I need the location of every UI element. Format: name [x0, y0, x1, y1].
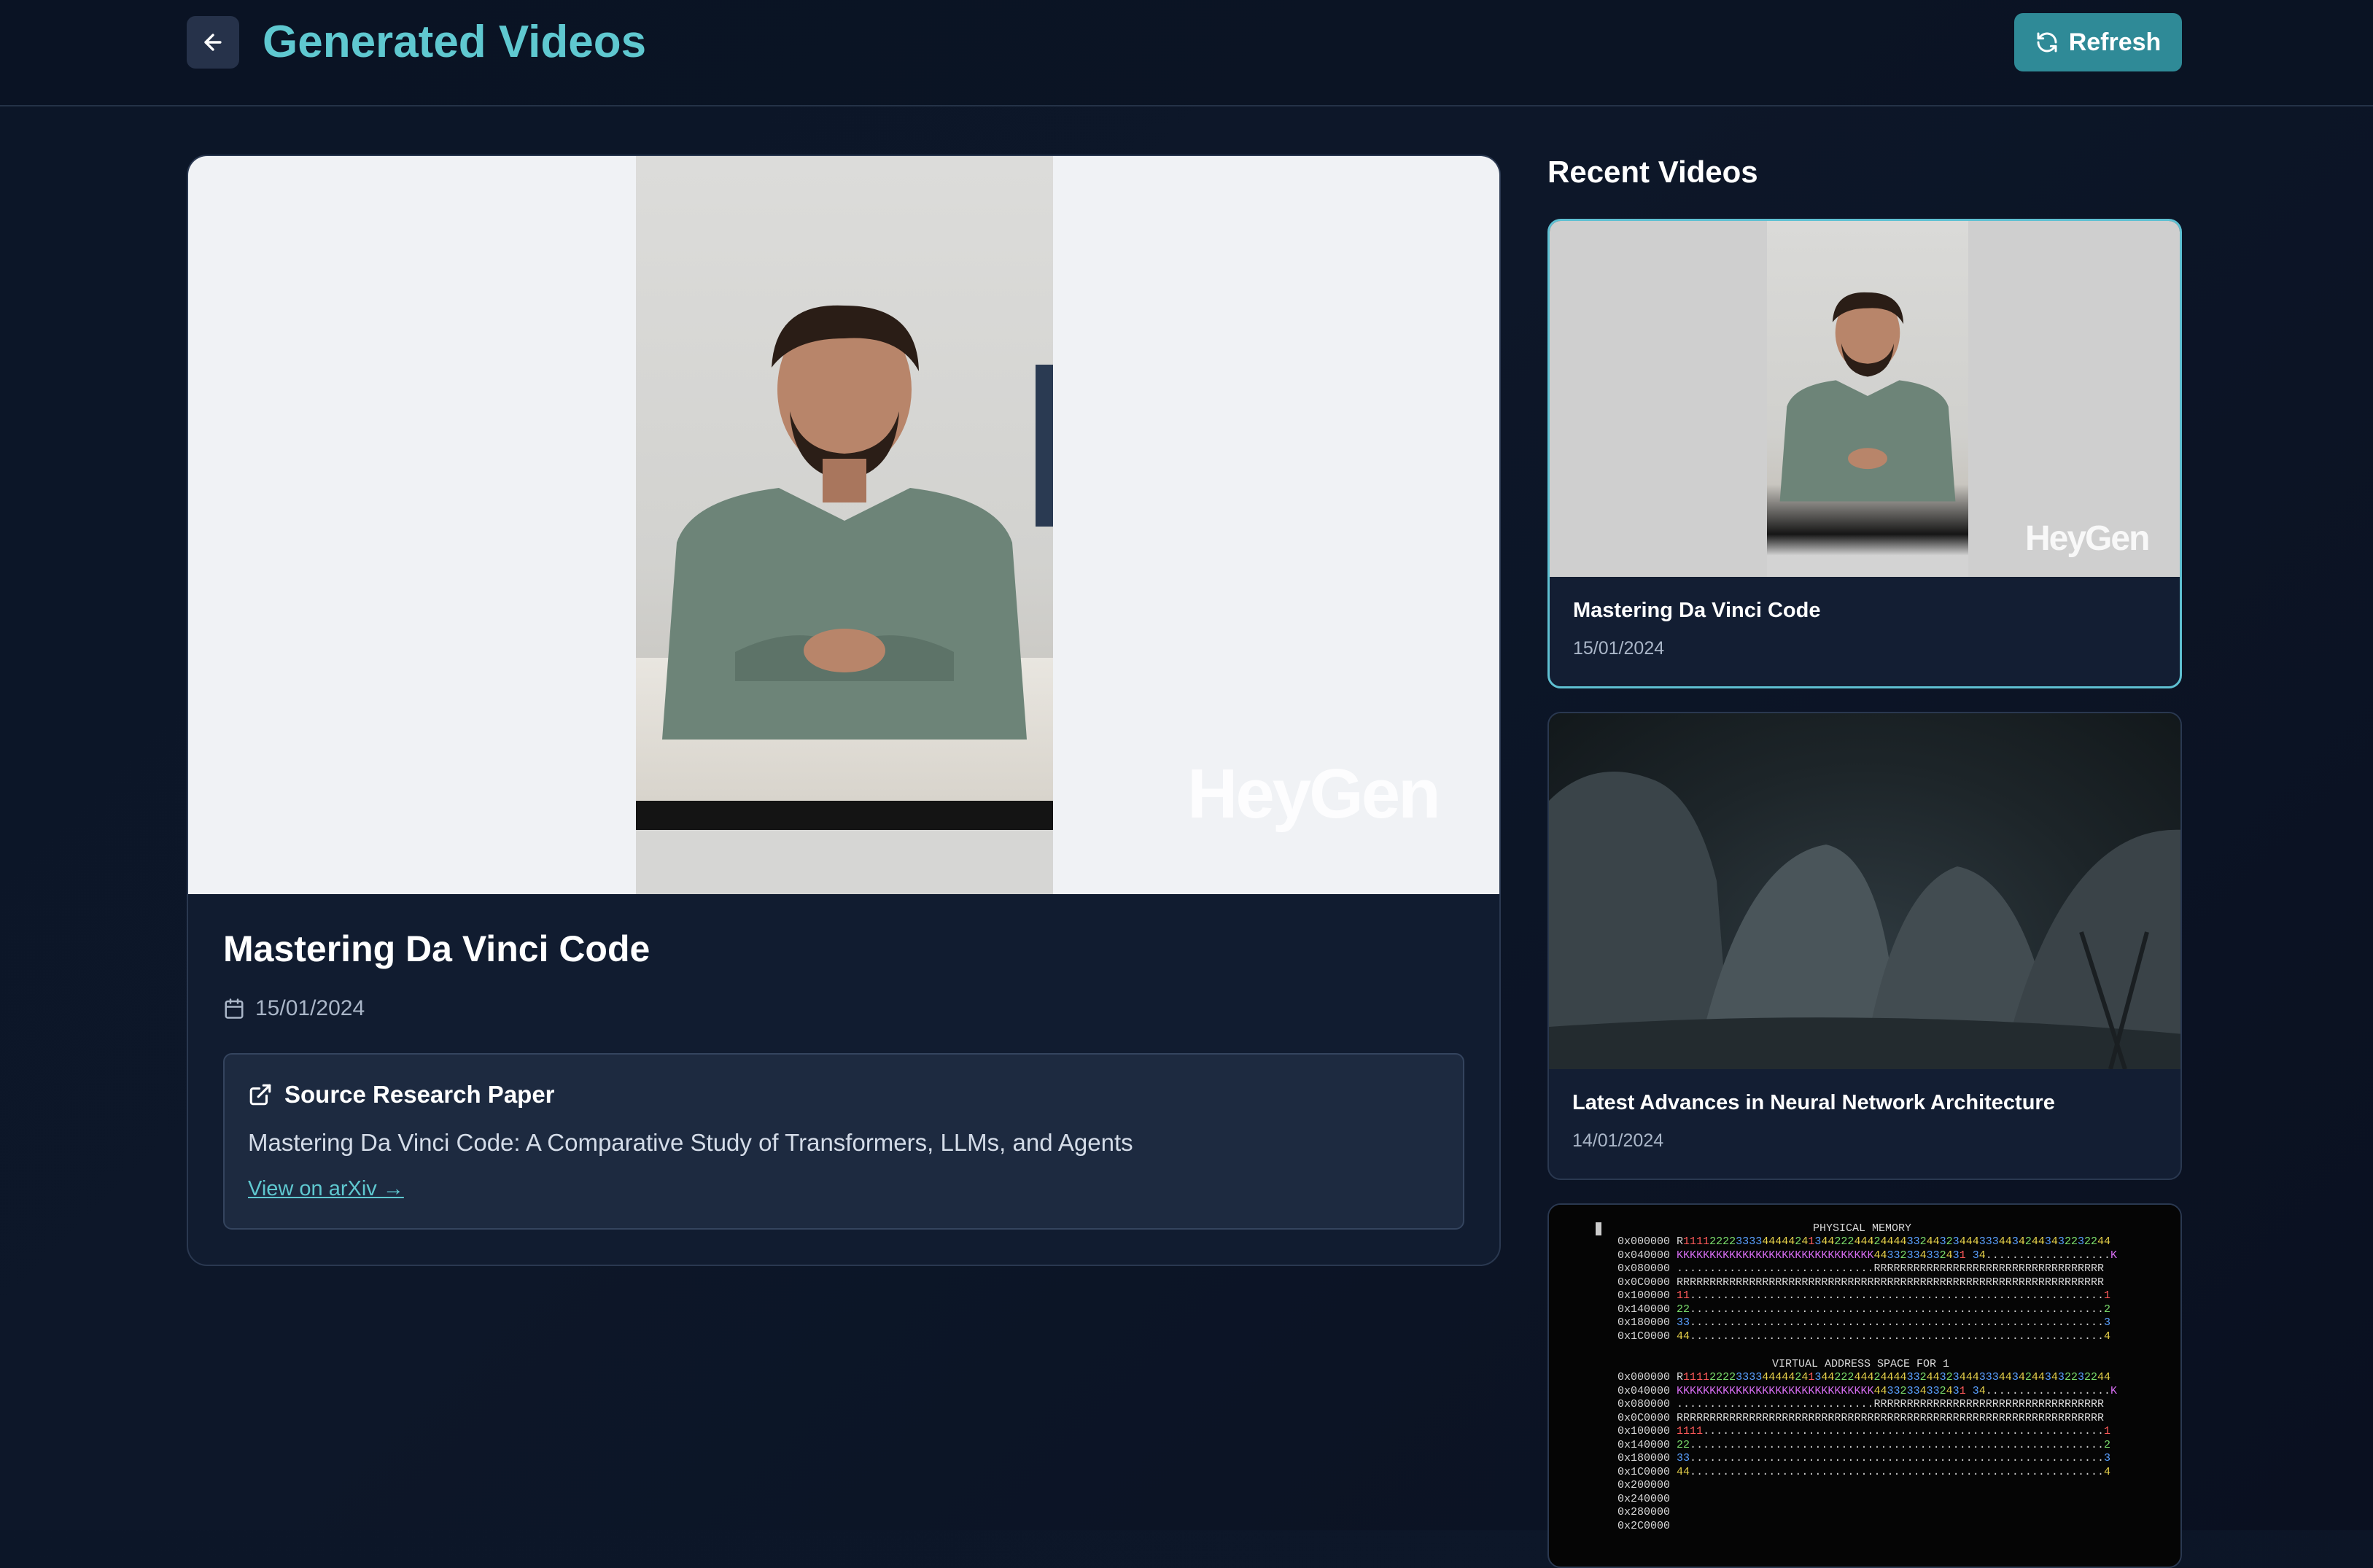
memory-row: 0x140000 22.............................…	[1617, 1303, 2111, 1316]
thumbnail-frame	[1767, 221, 1968, 577]
recent-video-date: 14/01/2024	[1572, 1130, 1664, 1151]
memory-row: 0x140000 22.............................…	[1617, 1438, 2111, 1451]
memory-row: 0x1C0000 44.............................…	[1617, 1330, 2111, 1343]
source-paper-heading-text: Source Research Paper	[284, 1081, 555, 1108]
presenter-figure	[662, 305, 1027, 740]
memory-row: 0x000000 R111122223333444442413442224442…	[1617, 1235, 2111, 1248]
tents-scene	[1549, 772, 2180, 1070]
memory-row: 0x100000 1111...........................…	[1617, 1425, 2111, 1437]
back-button[interactable]	[187, 16, 239, 69]
arrow-left-icon	[204, 34, 222, 51]
physical-memory-heading: PHYSICAL MEMORY	[1813, 1222, 1912, 1235]
recent-video-card[interactable]: Latest Advances in Neural Network Archit…	[1547, 712, 2182, 1180]
top-bar: Generated Videos Refresh	[0, 0, 2373, 106]
memory-row: 0x180000 33.............................…	[1617, 1316, 2111, 1329]
heygen-watermark: HeyGen	[1187, 755, 1441, 833]
memory-row: 0x2C0000	[1617, 1519, 1671, 1532]
source-paper-box: Source Research Paper Mastering Da Vinci…	[223, 1053, 1464, 1230]
refresh-icon	[2037, 32, 2057, 53]
memory-row: 0x100000 11.............................…	[1617, 1289, 2111, 1302]
video-title: Mastering Da Vinci Code	[223, 928, 650, 969]
heygen-watermark: HeyGen	[2025, 519, 2150, 558]
virtual-address-heading: VIRTUAL ADDRESS SPACE FOR 1	[1772, 1358, 1950, 1370]
refresh-label: Refresh	[2068, 28, 2162, 56]
memory-row: 0x180000 33.............................…	[1617, 1452, 2111, 1464]
video-thumbnail: HeyGen	[1550, 221, 2180, 577]
view-on-arxiv-link[interactable]: View on arXiv →	[248, 1177, 404, 1201]
source-paper-title: Mastering Da Vinci Code: A Comparative S…	[248, 1129, 1133, 1156]
video-date-text: 15/01/2024	[255, 996, 365, 1020]
memory-row: 0x040000 KKKKKKKKKKKKKKKKKKKKKKKKKKKKKK4…	[1617, 1384, 2118, 1397]
terminal-cursor	[1596, 1222, 1601, 1235]
physical-memory-rows: 0x000000 R111122223333444442413442224442…	[1617, 1235, 2117, 1343]
presenter-figure	[1779, 292, 1956, 502]
recent-video-card[interactable]: PHYSICAL MEMORY 0x000000 R11112222333344…	[1547, 1203, 2182, 1568]
recent-video-title: Mastering Da Vinci Code	[1573, 599, 1821, 622]
video-player[interactable]: HeyGen	[188, 156, 1499, 894]
recent-video-date: 15/01/2024	[1573, 638, 1665, 659]
memory-row: 0x0C0000 RRRRRRRRRRRRRRRRRRRRRRRRRRRRRRR…	[1617, 1411, 2105, 1424]
memory-row: 0x200000	[1617, 1479, 1671, 1491]
video-date: 15/01/2024	[223, 996, 365, 1021]
cabinet	[636, 830, 1053, 894]
memory-row: 0x000000 R111122223333444442413442224442…	[1617, 1371, 2111, 1383]
video-thumbnail: PHYSICAL MEMORY 0x000000 R11112222333344…	[1549, 1205, 2180, 1532]
source-paper-heading: Source Research Paper	[248, 1081, 555, 1109]
recent-videos-heading: Recent Videos	[1547, 155, 1758, 189]
memory-row: 0x1C0000 44.............................…	[1617, 1465, 2111, 1478]
memory-row: 0x240000	[1617, 1492, 1671, 1505]
recent-video-title: Latest Advances in Neural Network Archit…	[1572, 1091, 2055, 1114]
page-title: Generated Videos	[263, 17, 647, 67]
calendar-icon	[225, 998, 244, 1019]
external-link-icon	[249, 1084, 271, 1106]
video-frame	[636, 156, 1053, 894]
recent-video-card[interactable]: HeyGen Mastering Da Vinci Code 15/01/202…	[1547, 219, 2182, 688]
memory-row: 0x280000	[1617, 1506, 1671, 1518]
virtual-address-rows: 0x000000 R111122223333444442413442224442…	[1617, 1371, 2117, 1533]
refresh-button[interactable]: Refresh	[2014, 13, 2182, 71]
memory-row: 0x0C0000 RRRRRRRRRRRRRRRRRRRRRRRRRRRRRRR…	[1617, 1276, 2105, 1289]
memory-row: 0x080000 ..............................R…	[1617, 1398, 2105, 1410]
cabinet-edge	[636, 801, 1053, 830]
video-thumbnail	[1549, 713, 2180, 1070]
memory-row: 0x080000 ..............................R…	[1617, 1262, 2105, 1275]
video-player-card: HeyGen Mastering Da Vinci Code 15/01/202…	[187, 155, 1501, 1266]
memory-row: 0x040000 KKKKKKKKKKKKKKKKKKKKKKKKKKKKKK4…	[1617, 1249, 2118, 1262]
